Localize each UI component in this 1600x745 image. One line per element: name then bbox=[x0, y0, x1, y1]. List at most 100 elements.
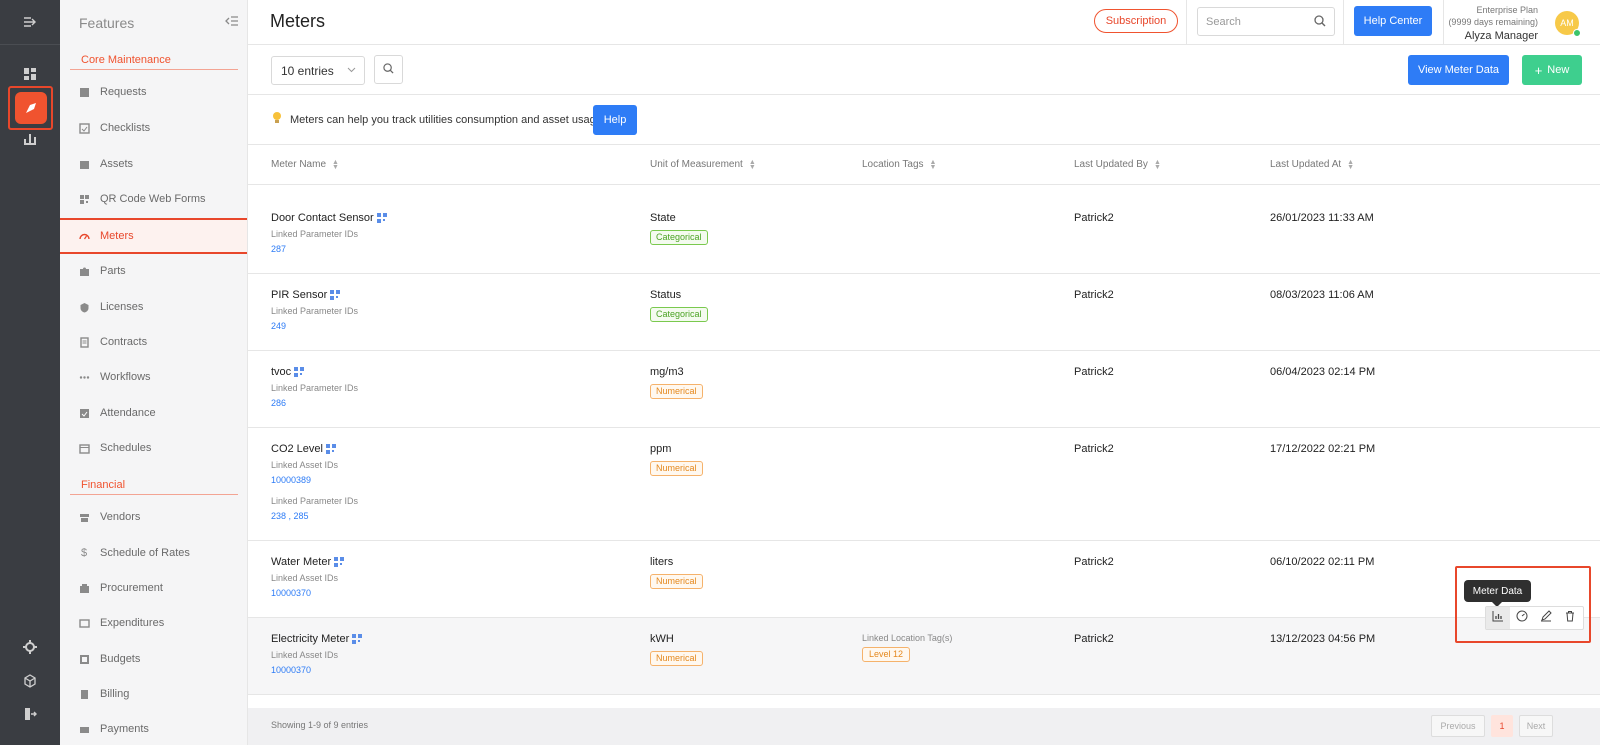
unit-value: kWH bbox=[650, 633, 674, 645]
meter-name-text: Water Meter bbox=[271, 556, 332, 568]
sidebar-item-payments[interactable]: Payments bbox=[60, 711, 247, 745]
request-icon bbox=[78, 86, 90, 98]
sidebar-item-parts[interactable]: Parts bbox=[60, 253, 247, 289]
qr-icon bbox=[78, 193, 90, 205]
meter-data-button[interactable] bbox=[1486, 607, 1510, 629]
sidebar-item-attendance[interactable]: Attendance bbox=[60, 395, 247, 431]
procurement-icon bbox=[78, 582, 90, 594]
help-button[interactable]: Help bbox=[593, 105, 637, 135]
column-label: Meter Name bbox=[271, 159, 327, 170]
linked-ids-label: Linked Asset IDs bbox=[271, 460, 339, 470]
table-row[interactable]: CO2 Level Linked Asset IDs 10000389 Link… bbox=[248, 428, 1600, 541]
sidebar-item-label: Expenditures bbox=[100, 617, 165, 629]
meter-name[interactable]: Water Meter bbox=[271, 556, 345, 568]
sidebar-item-schedule-of-rates[interactable]: $ Schedule of Rates bbox=[60, 535, 247, 571]
sidebar-item-vendors[interactable]: Vendors bbox=[60, 499, 247, 535]
plan-name: Enterprise Plan bbox=[1476, 5, 1538, 15]
help-center-button[interactable]: Help Center bbox=[1354, 6, 1432, 36]
column-last-updated-by[interactable]: Last Updated By ▲ ▼ bbox=[1074, 159, 1161, 171]
sidebar-item-checklists[interactable]: Checklists bbox=[60, 110, 247, 146]
meter-name-text: CO2 Level bbox=[271, 443, 323, 455]
sidebar-item-licenses[interactable]: Licenses bbox=[60, 289, 247, 325]
expand-menu-icon[interactable] bbox=[0, 0, 60, 45]
sidebar-item-contracts[interactable]: Contracts bbox=[60, 324, 247, 360]
table-row[interactable]: Water Meter Linked Asset IDs 10000370 li… bbox=[248, 541, 1600, 618]
sidebar-item-label: Requests bbox=[100, 86, 147, 98]
table-footer: Showing 1-9 of 9 entries Previous 1 Next bbox=[248, 708, 1600, 745]
qr-code-icon[interactable] bbox=[352, 634, 363, 644]
column-location-tags[interactable]: Location Tags ▲ ▼ bbox=[862, 159, 936, 171]
sidebar-item-label: Licenses bbox=[100, 301, 144, 313]
table-row[interactable]: PIR Sensor Linked Parameter IDs 249 Stat… bbox=[248, 274, 1600, 351]
linked-ids-label: Linked Asset IDs bbox=[271, 650, 339, 660]
sort-icon: ▲ ▼ bbox=[1347, 158, 1355, 171]
gauge-icon bbox=[1516, 609, 1528, 627]
page-1-button[interactable]: 1 bbox=[1491, 715, 1513, 737]
qr-code-icon[interactable] bbox=[294, 367, 305, 377]
subscription-button[interactable]: Subscription bbox=[1094, 9, 1178, 33]
meter-name[interactable]: PIR Sensor bbox=[271, 289, 341, 301]
linked-ids-value[interactable]: 286 bbox=[271, 398, 286, 408]
meter-name[interactable]: Door Contact Sensor bbox=[271, 212, 387, 224]
linked-ids-value[interactable]: 287 bbox=[271, 244, 286, 254]
type-badge: Numerical bbox=[650, 384, 703, 399]
meter-name[interactable]: Electricity Meter bbox=[271, 633, 363, 645]
linked-ids-value[interactable]: 10000370 bbox=[271, 588, 311, 598]
linked-ids-value[interactable]: 10000370 bbox=[271, 665, 311, 675]
table-row[interactable]: Door Contact Sensor Linked Parameter IDs… bbox=[248, 197, 1600, 274]
entries-select[interactable]: 10 entries bbox=[271, 56, 365, 85]
sidebar-item-meters[interactable]: Meters bbox=[60, 218, 247, 254]
sidebar-item-billing[interactable]: Billing bbox=[60, 676, 247, 712]
table-row[interactable]: Electricity Meter Linked Asset IDs 10000… bbox=[248, 618, 1600, 695]
sidebar-item-budgets[interactable]: Budgets bbox=[60, 641, 247, 677]
column-meter-name[interactable]: Meter Name ▲ ▼ bbox=[271, 159, 339, 171]
table-search-button[interactable] bbox=[374, 55, 403, 84]
dashboard-icon[interactable] bbox=[18, 62, 42, 86]
sidebar-item-expenditures[interactable]: Expenditures bbox=[60, 605, 247, 641]
delete-button[interactable] bbox=[1558, 607, 1582, 629]
updated-by: Patrick2 bbox=[1074, 443, 1114, 455]
type-badge: Categorical bbox=[650, 230, 708, 245]
qr-code-icon[interactable] bbox=[325, 444, 336, 454]
settings-icon[interactable] bbox=[18, 635, 42, 659]
linked-ids-value[interactable]: 10000389 bbox=[271, 475, 311, 485]
column-unit[interactable]: Unit of Measurement ▲ ▼ bbox=[650, 158, 756, 171]
maintenance-nav-button[interactable] bbox=[8, 86, 53, 130]
search-icon bbox=[1314, 15, 1326, 30]
analytics-icon[interactable] bbox=[18, 126, 42, 150]
meter-reading-button[interactable] bbox=[1510, 607, 1534, 629]
edit-button[interactable] bbox=[1534, 607, 1558, 629]
sort-icon: ▲ ▼ bbox=[748, 158, 756, 171]
meter-name[interactable]: CO2 Level bbox=[271, 443, 336, 455]
table-row[interactable]: tvoc Linked Parameter IDs 286 mg/m3 Nume… bbox=[248, 351, 1600, 428]
sidebar-item-procurement[interactable]: Procurement bbox=[60, 570, 247, 606]
cube-icon[interactable] bbox=[18, 669, 42, 693]
sidebar-item-schedules[interactable]: Schedules bbox=[60, 430, 247, 466]
meter-name-text: Electricity Meter bbox=[271, 633, 350, 645]
sidebar-item-assets[interactable]: Assets bbox=[60, 146, 247, 182]
new-button[interactable]: + New bbox=[1522, 55, 1582, 85]
column-label: Last Updated By bbox=[1074, 159, 1148, 170]
avatar[interactable]: AM bbox=[1555, 11, 1581, 37]
column-last-updated-at[interactable]: Last Updated At ▲ ▼ bbox=[1270, 158, 1355, 171]
qr-code-icon[interactable] bbox=[334, 557, 345, 567]
collapse-sidebar-icon[interactable] bbox=[225, 14, 239, 32]
view-meter-data-button[interactable]: View Meter Data bbox=[1408, 55, 1509, 85]
linked-ids-label: Linked Parameter IDs bbox=[271, 229, 359, 239]
store-icon bbox=[78, 511, 90, 523]
search-input[interactable]: Search bbox=[1197, 7, 1335, 36]
meter-name-text: Door Contact Sensor bbox=[271, 212, 374, 224]
logout-icon[interactable] bbox=[18, 702, 42, 726]
qr-code-icon[interactable] bbox=[376, 213, 387, 223]
linked-ids-value[interactable]: 249 bbox=[271, 321, 286, 331]
next-page-button[interactable]: Next bbox=[1519, 715, 1553, 737]
sidebar-item-qr-code-web-forms[interactable]: QR Code Web Forms bbox=[60, 181, 247, 217]
linked-ids-value[interactable]: 238 , 285 bbox=[271, 511, 309, 521]
meter-name[interactable]: tvoc bbox=[271, 366, 305, 378]
sidebar-item-workflows[interactable]: Workflows bbox=[60, 359, 247, 395]
sidebar-item-requests[interactable]: Requests bbox=[60, 74, 247, 110]
user-name[interactable]: Alyza Manager bbox=[1448, 30, 1538, 42]
previous-page-button[interactable]: Previous bbox=[1431, 715, 1485, 737]
qr-code-icon[interactable] bbox=[330, 290, 341, 300]
meter-name-text: tvoc bbox=[271, 366, 292, 378]
